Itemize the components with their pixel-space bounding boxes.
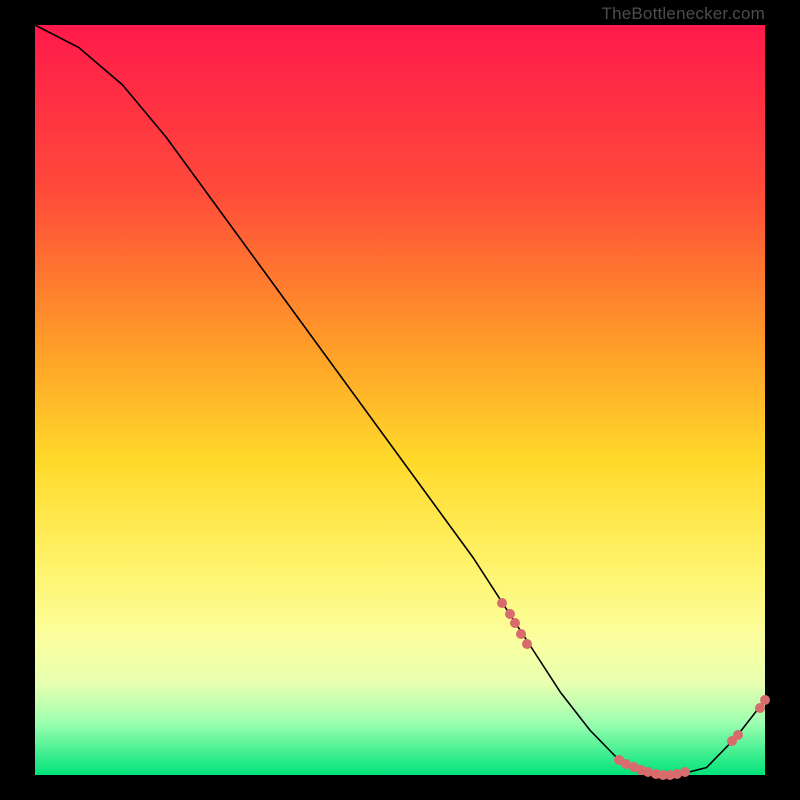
data-marker xyxy=(522,639,532,649)
data-marker xyxy=(760,695,770,705)
plot-area xyxy=(35,25,765,775)
chart-container: TheBottlenecker.com xyxy=(0,0,800,800)
attribution-label: TheBottlenecker.com xyxy=(602,4,766,24)
curve-layer xyxy=(35,25,765,775)
data-marker xyxy=(497,598,507,608)
bottleneck-curve xyxy=(35,25,765,775)
data-marker xyxy=(680,767,690,777)
